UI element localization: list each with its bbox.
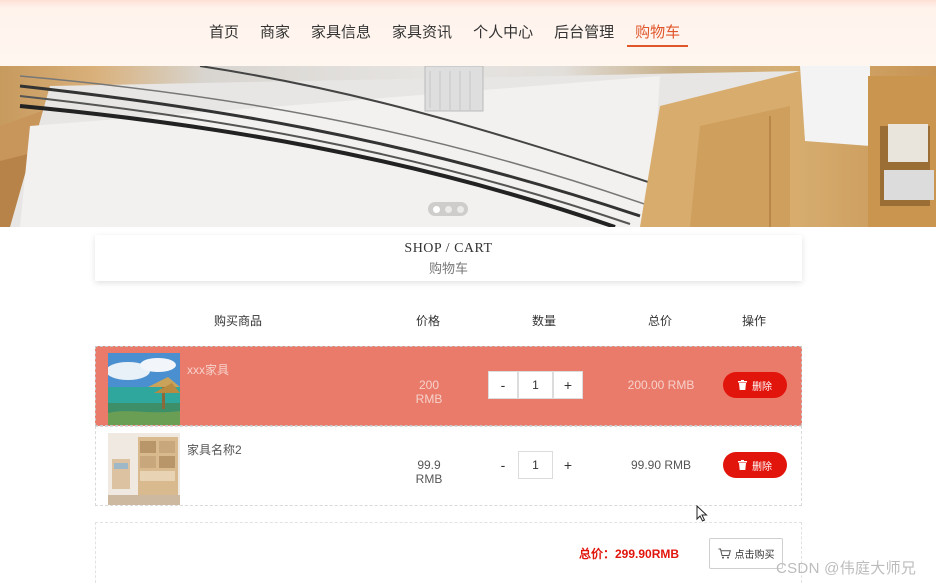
quantity-stepper: - 1 + [488, 451, 583, 479]
cart-row[interactable]: 家具名称2 99.9 RMB - 1 + 99.90 RMB 删除 [95, 426, 802, 506]
mouse-cursor-icon [696, 505, 708, 522]
product-price: 200 RMB [415, 378, 443, 406]
increase-quantity-button[interactable]: + [553, 451, 583, 479]
cart-icon [718, 548, 731, 559]
delete-button-label: 删除 [752, 381, 772, 393]
carousel-dot-2[interactable] [444, 205, 452, 213]
watermark: CSDN @伟庭大师兄 [776, 560, 917, 577]
carousel-dot-3[interactable] [456, 205, 464, 213]
section-title-card: SHOP / CART 购物车 [95, 235, 802, 281]
nav-item-admin[interactable]: 后台管理 [546, 20, 622, 47]
top-nav: 首页 商家 家具信息 家具资讯 个人中心 后台管理 购物车 [0, 0, 936, 66]
product-thumbnail[interactable] [108, 353, 180, 425]
section-title-en: SHOP / CART [404, 241, 493, 256]
row-total: 200.00 RMB [627, 378, 695, 392]
header-action: 操作 [742, 314, 767, 328]
delete-button[interactable]: 删除 [723, 452, 787, 478]
product-price: 99.9 RMB [415, 458, 443, 486]
cart-summary-bar: 总价：299.90RMB 点击购买 [95, 522, 802, 583]
buy-button[interactable]: 点击购买 [709, 538, 783, 569]
carousel-dot-1[interactable] [432, 205, 440, 213]
delete-button[interactable]: 删除 [723, 372, 787, 398]
nav-item-personal-center[interactable]: 个人中心 [465, 20, 541, 47]
nav-item-cart[interactable]: 购物车 [627, 20, 689, 47]
nav-menu: 首页 商家 家具信息 家具资讯 个人中心 后台管理 购物车 [201, 20, 693, 47]
buy-button-label: 点击购买 [734, 550, 775, 561]
section-title-cn: 购物车 [428, 261, 468, 276]
banner-carousel[interactable] [0, 66, 936, 227]
cart-total-price: 总价：299.90RMB [579, 547, 680, 561]
header-product: 购买商品 [214, 314, 263, 328]
carousel-indicator [428, 202, 468, 216]
cart-table-header: 购买商品 价格 数量 总价 操作 [95, 312, 802, 330]
quantity-input[interactable]: 1 [518, 451, 553, 479]
product-name[interactable]: xxx家具 [187, 361, 229, 378]
banner-image [0, 66, 936, 227]
decrease-quantity-button[interactable]: - [488, 371, 518, 399]
row-total: 99.90 RMB [630, 458, 692, 472]
nav-item-home[interactable]: 首页 [201, 20, 247, 47]
increase-quantity-button[interactable]: + [553, 371, 583, 399]
decrease-quantity-button[interactable]: - [488, 451, 518, 479]
nav-item-furniture-news[interactable]: 家具资讯 [384, 20, 460, 47]
quantity-stepper: - 1 + [488, 371, 583, 399]
header-quantity: 数量 [532, 314, 557, 328]
nav-item-furniture-info[interactable]: 家具信息 [303, 20, 379, 47]
delete-button-label: 删除 [752, 461, 772, 473]
header-total: 总价 [648, 314, 673, 328]
header-price: 价格 [416, 314, 441, 328]
product-name[interactable]: 家具名称2 [187, 441, 242, 458]
product-thumbnail[interactable] [108, 433, 180, 505]
cart-row[interactable]: xxx家具 200 RMB - 1 + 200.00 RMB 删除 [95, 346, 802, 426]
quantity-input[interactable]: 1 [518, 371, 553, 399]
nav-item-merchants[interactable]: 商家 [252, 20, 298, 47]
trash-icon [738, 380, 747, 390]
trash-icon [738, 460, 747, 470]
